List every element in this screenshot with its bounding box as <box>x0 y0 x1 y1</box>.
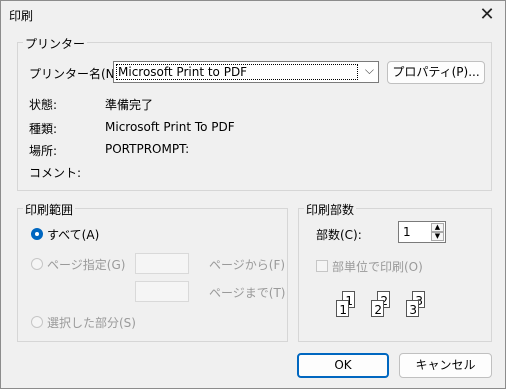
close-icon[interactable]: ✕ <box>475 4 499 26</box>
radio-pages[interactable] <box>31 258 43 270</box>
comment-label: コメント: <box>29 166 82 180</box>
collate-page-front-3: 3 <box>406 300 419 317</box>
cancel-button-label: キャンセル <box>415 358 476 372</box>
copies-label: 部数(C): <box>316 228 362 242</box>
stepper-up-icon[interactable]: ▲ <box>431 223 444 232</box>
page-from-label: ページから(F) <box>209 258 286 272</box>
window-title: 印刷 <box>9 9 34 23</box>
status-value: 準備完了 <box>105 98 154 112</box>
where-value: PORTPROMPT: <box>105 142 190 156</box>
printer-name-label: プリンター名(N): <box>29 67 124 81</box>
type-label: 種類: <box>29 122 58 136</box>
collate-checkbox[interactable] <box>316 260 328 272</box>
collate-page-front-2: 2 <box>371 300 384 317</box>
where-label: 場所: <box>29 144 58 158</box>
page-to-label: ページまで(T) <box>209 286 286 300</box>
copies-value: 1 <box>403 225 411 239</box>
printer-name-value: Microsoft Print to PDF <box>118 65 248 79</box>
copies-stepper[interactable]: 1 ▲ ▼ <box>398 221 446 243</box>
stepper-down-icon[interactable]: ▼ <box>431 232 444 241</box>
radio-selection[interactable] <box>31 316 43 328</box>
radio-all-label[interactable]: すべて(A) <box>47 226 99 243</box>
printer-name-select[interactable]: Microsoft Print to PDF ⌵ <box>113 61 379 83</box>
title-bar <box>1 1 505 31</box>
printer-group-label: プリンター <box>23 35 88 52</box>
cancel-button[interactable]: キャンセル <box>399 353 492 378</box>
radio-pages-label[interactable]: ページ指定(G) <box>47 256 125 273</box>
ok-button[interactable]: OK <box>297 353 389 378</box>
radio-selection-label[interactable]: 選択した部分(S) <box>47 314 136 331</box>
range-group-label: 印刷範囲 <box>23 201 76 218</box>
page-from-input[interactable] <box>135 253 189 274</box>
radio-all[interactable] <box>31 228 43 240</box>
properties-button[interactable]: プロパティ(P)... <box>387 61 485 84</box>
type-value: Microsoft Print To PDF <box>105 120 235 134</box>
copies-group-label: 印刷部数 <box>304 201 357 218</box>
collate-label[interactable]: 部単位で印刷(O) <box>332 258 423 275</box>
properties-button-label: プロパティ(P)... <box>392 65 480 79</box>
collate-page-front-1: 1 <box>336 300 349 317</box>
chevron-down-icon[interactable]: ⌵ <box>365 63 374 78</box>
page-to-input[interactable] <box>135 281 189 302</box>
status-label: 状態: <box>29 98 58 112</box>
collate-illustration-icon: 1 1 2 2 3 3 <box>334 291 439 321</box>
ok-button-label: OK <box>334 358 352 372</box>
